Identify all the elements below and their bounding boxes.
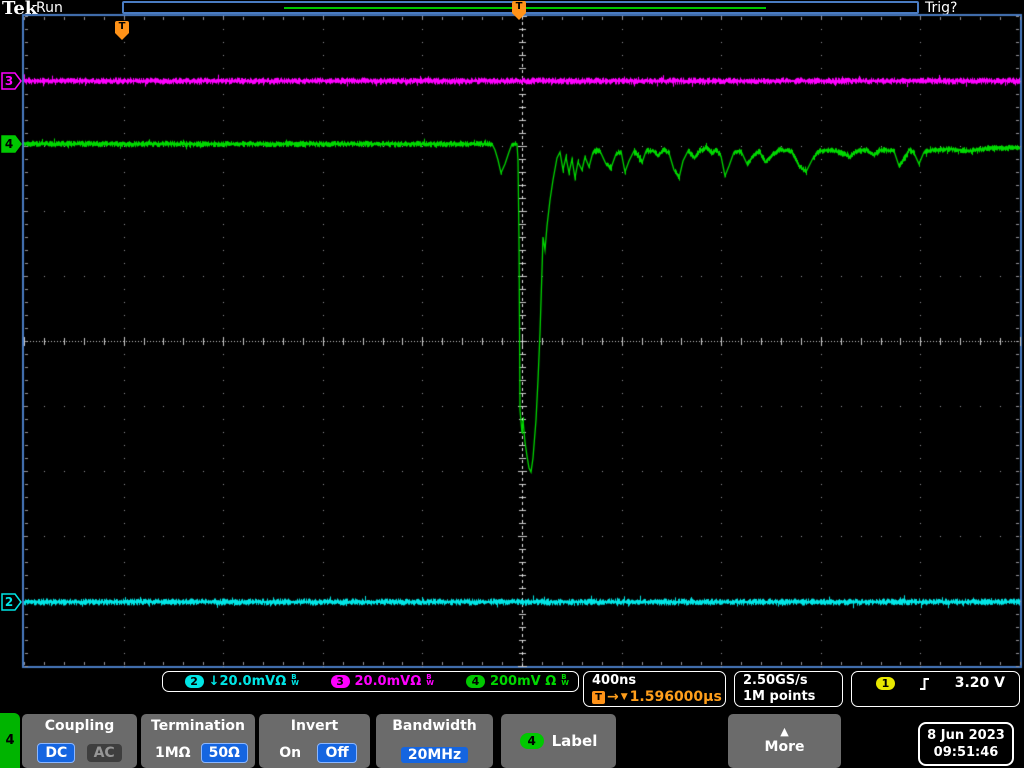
trigger-delay-icon: T (592, 690, 605, 704)
channel-4-marker[interactable]: 4 (1, 135, 23, 153)
channel-2-marker[interactable]: 2 (1, 593, 23, 611)
channel-2-badge: 2 (184, 675, 204, 688)
bandwidth-button[interactable]: Bandwidth 20MHz (376, 714, 493, 768)
termination-50-option[interactable]: 50Ω (200, 743, 248, 763)
trigger-source-badge: 1 (876, 676, 895, 690)
label-channel-badge: 4 (519, 732, 544, 749)
label-button[interactable]: 4 Label (501, 714, 616, 768)
time-text: 09:51:46 (933, 745, 999, 760)
rising-edge-icon (920, 677, 930, 690)
invert-off-option[interactable]: Off (317, 743, 357, 763)
bandwidth-title: Bandwidth (392, 718, 477, 734)
channel-readout-bar[interactable]: 2 ↓20.0mVΩ BW 3 20.0mVΩ BW 4 200mV Ω BW (162, 671, 579, 692)
coupling-dc-option[interactable]: DC (37, 743, 76, 763)
coupling-title: Coupling (44, 718, 115, 734)
more-title: More (764, 738, 805, 755)
termination-title: Termination (151, 718, 245, 734)
timebase-value: 400ns (592, 673, 637, 688)
channel-3-badge: 3 (330, 675, 350, 688)
coupling-ac-option[interactable]: AC (86, 744, 122, 762)
channel-3-bw-limit: BW (426, 672, 434, 687)
invert-button[interactable]: Invert On Off (259, 714, 370, 768)
trigger-readout[interactable]: 1 3.20 V (851, 671, 1020, 707)
channel-3-scale: 20.0mVΩ (354, 674, 422, 689)
trigger-delay-readout: T → ▼ 1.596000µs (592, 689, 725, 705)
record-trigger-marker[interactable]: T (512, 1, 526, 20)
bandwidth-value[interactable]: 20MHz (400, 747, 469, 763)
termination-1m-option[interactable]: 1MΩ (148, 744, 198, 762)
channel-2-bw-limit: BW (291, 672, 299, 687)
acquisition-readout[interactable]: 2.50GS/s 1M points (734, 671, 843, 707)
channel-4-scale: 200mV Ω (489, 674, 557, 689)
channel-4-badge: 4 (465, 675, 485, 688)
coupling-button[interactable]: Coupling DC AC (22, 714, 137, 768)
channel-3-marker-number: 3 (4, 74, 14, 88)
channel-3-marker[interactable]: 3 (1, 72, 23, 90)
record-length: 1M points (743, 689, 816, 704)
more-button[interactable]: ▲ More (728, 714, 841, 768)
label-title: Label (551, 731, 598, 750)
invert-on-option[interactable]: On (272, 744, 308, 762)
channel-4-marker-number: 4 (4, 137, 14, 151)
channel-2-readout[interactable]: 2 ↓20.0mVΩ BW (172, 672, 299, 689)
waveform-display (0, 0, 1024, 768)
invert-title: Invert (290, 718, 339, 734)
channel-2-scale: ↓20.0mVΩ (208, 674, 287, 689)
channel-4-menu-tab[interactable]: 4 (0, 713, 20, 768)
channel-3-readout[interactable]: 3 20.0mVΩ BW (307, 672, 434, 689)
date-text: 8 Jun 2023 (927, 728, 1005, 743)
sample-rate: 2.50GS/s (743, 673, 808, 688)
channel-4-bw-limit: BW (561, 672, 569, 687)
trigger-level: 3.20 V (954, 675, 1005, 691)
datetime-display: 8 Jun 2023 09:51:46 (918, 722, 1014, 766)
channel-4-readout[interactable]: 4 200mV Ω BW (442, 672, 569, 689)
channel-2-marker-number: 2 (4, 595, 14, 609)
termination-button[interactable]: Termination 1MΩ 50Ω (141, 714, 255, 768)
trigger-delay-value: 1.596000µs (629, 689, 722, 705)
horizontal-readout[interactable]: 400ns T → ▼ 1.596000µs (583, 671, 726, 707)
trigger-position-marker[interactable]: T (115, 21, 129, 40)
up-triangle-icon: ▲ (780, 724, 789, 738)
